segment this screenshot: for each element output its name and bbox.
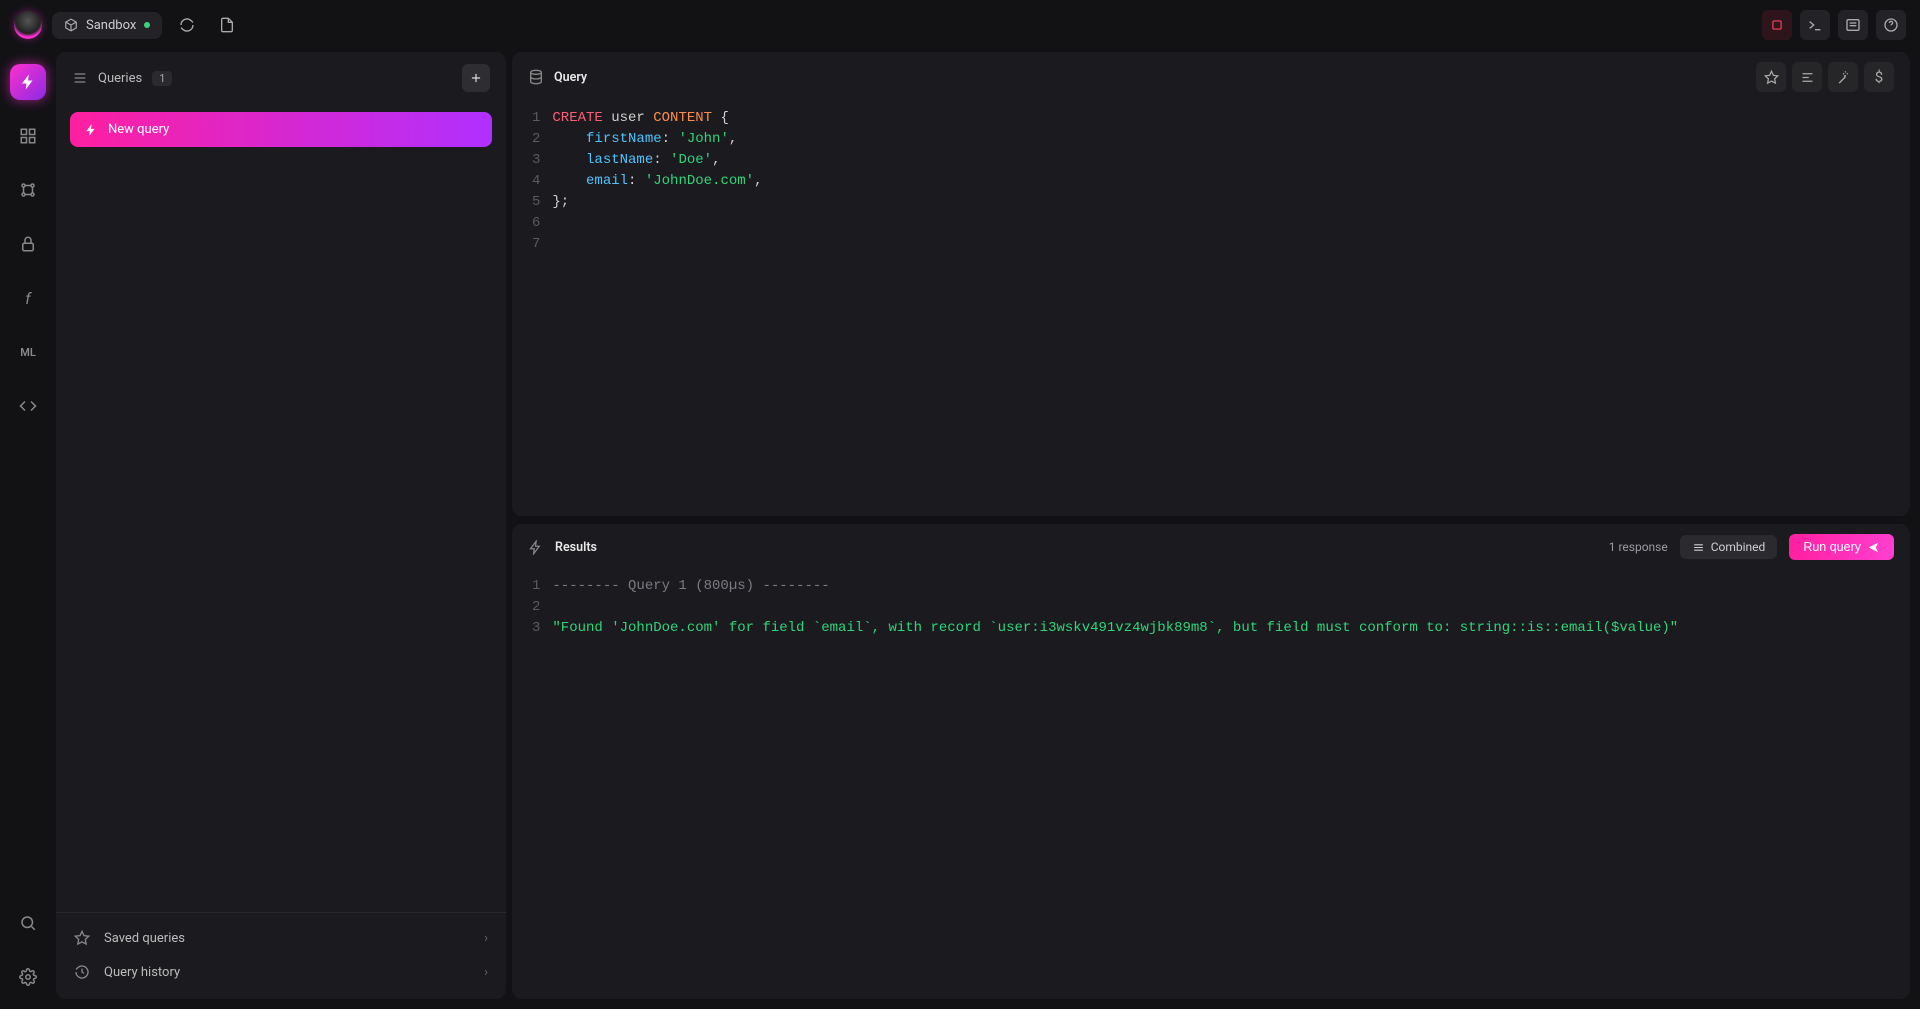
view-mode-toggle[interactable]: Combined xyxy=(1680,535,1778,559)
add-query-button[interactable] xyxy=(462,64,490,92)
news-icon xyxy=(1845,17,1861,33)
chevron-right-icon: › xyxy=(484,965,488,980)
queries-header: Queries 1 xyxy=(56,52,506,104)
chevron-right-icon: › xyxy=(484,931,488,946)
graph-icon xyxy=(19,181,37,199)
query-history-button[interactable]: Query history › xyxy=(62,955,500,989)
rail-item-settings[interactable] xyxy=(10,959,46,995)
cube-icon xyxy=(64,18,78,32)
variables-button[interactable]: $ xyxy=(1864,62,1894,92)
view-mode-label: Combined xyxy=(1711,540,1766,554)
sandbox-chip[interactable]: Sandbox xyxy=(52,12,162,39)
query-editor-title: Query xyxy=(554,70,587,85)
magic-button[interactable] xyxy=(1828,62,1858,92)
layers-icon xyxy=(1692,541,1705,554)
queries-footer: Saved queries › Query history › xyxy=(56,912,506,999)
rail-item-ml[interactable]: ML xyxy=(10,334,46,370)
results-title: Results xyxy=(555,540,597,555)
lightning-icon xyxy=(19,73,37,91)
rail-item-api[interactable] xyxy=(10,388,46,424)
new-file-button[interactable] xyxy=(212,10,242,40)
star-icon xyxy=(74,930,94,946)
results-panel: Results 1 response Combined Run query 12… xyxy=(512,524,1910,999)
sync-button[interactable] xyxy=(172,10,202,40)
search-icon xyxy=(19,914,37,932)
lightning-icon xyxy=(84,123,98,137)
rail-item-functions[interactable]: f xyxy=(10,280,46,316)
favorite-button[interactable] xyxy=(1756,62,1786,92)
send-icon xyxy=(1867,541,1880,554)
queries-panel: Queries 1 New query Saved queries › xyxy=(56,52,506,999)
sandbox-label: Sandbox xyxy=(86,18,136,33)
rail-item-search[interactable] xyxy=(10,905,46,941)
stop-button[interactable] xyxy=(1762,10,1792,40)
editor-area: Query $ 1234567 CREATE user CONTENT { fi… xyxy=(512,52,1910,999)
saved-queries-button[interactable]: Saved queries › xyxy=(62,921,500,955)
list-icon xyxy=(72,70,88,86)
query-editor-header: Query $ xyxy=(512,52,1910,102)
rail-item-graph[interactable] xyxy=(10,172,46,208)
results-body[interactable]: 123 -------- Query 1 (800µs) -------- "F… xyxy=(512,570,1910,645)
results-header: Results 1 response Combined Run query xyxy=(512,524,1910,570)
run-query-button[interactable]: Run query xyxy=(1789,534,1894,560)
rail-item-query[interactable] xyxy=(10,64,46,100)
query-editor-body[interactable]: 1234567 CREATE user CONTENT { firstName:… xyxy=(512,102,1910,261)
help-icon xyxy=(1883,17,1899,33)
database-icon xyxy=(528,69,544,85)
lock-icon xyxy=(19,235,37,253)
status-dot-icon xyxy=(144,22,150,28)
code-icon xyxy=(19,397,37,415)
app-logo[interactable] xyxy=(14,11,42,39)
saved-queries-label: Saved queries xyxy=(104,931,185,946)
plus-icon xyxy=(469,71,483,85)
grid-icon xyxy=(19,127,37,145)
rail-item-explorer[interactable] xyxy=(10,118,46,154)
titlebar: Sandbox xyxy=(0,0,1920,50)
nav-rail: f ML xyxy=(0,50,56,1009)
stop-icon xyxy=(1770,18,1784,32)
gear-icon xyxy=(19,968,37,986)
run-query-label: Run query xyxy=(1803,540,1861,554)
wand-icon xyxy=(1836,70,1851,85)
dollar-icon: $ xyxy=(1875,68,1883,86)
star-icon xyxy=(1764,70,1779,85)
file-icon xyxy=(219,17,235,33)
results-response-count: 1 response xyxy=(1609,540,1668,554)
queries-title: Queries xyxy=(98,71,142,86)
format-button[interactable] xyxy=(1792,62,1822,92)
news-button[interactable] xyxy=(1838,10,1868,40)
queries-count: 1 xyxy=(152,71,172,86)
query-tab-label: New query xyxy=(108,122,169,137)
query-history-label: Query history xyxy=(104,965,180,980)
align-icon xyxy=(1800,70,1815,85)
query-editor-panel: Query $ 1234567 CREATE user CONTENT { fi… xyxy=(512,52,1910,516)
history-icon xyxy=(74,964,94,980)
titlebar-right xyxy=(1762,10,1906,40)
lightning-icon xyxy=(528,540,543,555)
query-tab-active[interactable]: New query xyxy=(70,112,492,147)
sync-icon xyxy=(179,17,195,33)
terminal-icon xyxy=(1807,17,1823,33)
help-button[interactable] xyxy=(1876,10,1906,40)
rail-item-auth[interactable] xyxy=(10,226,46,262)
terminal-button[interactable] xyxy=(1800,10,1830,40)
